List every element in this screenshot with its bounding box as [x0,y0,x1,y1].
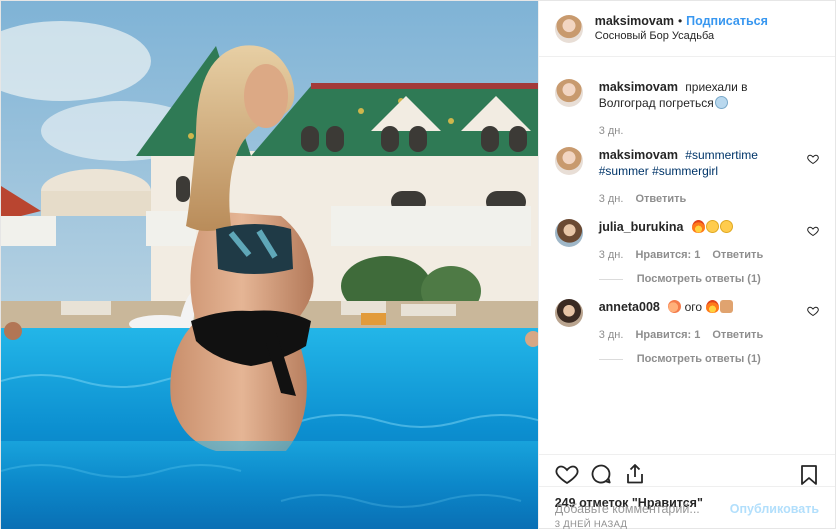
follow-button[interactable]: Подписаться [686,14,768,29]
replies-divider [598,278,623,280]
reply-button[interactable]: Ответить [635,193,686,205]
grin-emoji-icon [719,220,733,233]
location-link[interactable]: Сосновый Бор Усадьба [595,29,768,44]
view-replies-button[interactable]: Посмотреть ответы (1) [598,273,804,285]
comment-text: ого [684,300,703,314]
fire-emoji-icon [706,300,720,313]
view-replies-label: Посмотреть ответы (1) [636,353,761,365]
commenter-avatar[interactable] [554,147,583,175]
side-panel: maksimovam • Подписаться Сосновый Бор Ус… [537,1,835,529]
commenter-avatar[interactable] [554,219,583,247]
peach-emoji-icon [668,300,682,313]
replies-divider [598,358,623,360]
comment-time[interactable]: 3 дн. [599,193,624,205]
like-comment-heart-icon[interactable] [807,305,819,317]
hashtag-link[interactable]: #summer [599,164,649,178]
comment-icon[interactable] [589,462,613,486]
post-photo[interactable] [1,1,538,529]
comment-time[interactable]: 3 дн. [599,125,624,137]
reply-button[interactable]: Ответить [712,329,763,341]
commenter-avatar[interactable] [554,79,583,107]
grin-emoji-icon [705,220,719,233]
heart-icon[interactable] [555,462,579,486]
author-avatar[interactable] [554,14,583,43]
thumbs-up-emoji-icon [720,300,734,313]
fire-emoji-icon [691,220,705,233]
comments-list[interactable]: maksimovam приехали в Волгоград погретьс… [539,57,835,454]
comment-item: julia_burukina 3 дн. Нравится: 1 Ответит… [554,219,819,285]
pool-photo-image [1,1,538,529]
commenter-avatar[interactable] [554,299,583,327]
comment-likes-count[interactable]: Нравится: 1 [635,329,700,341]
comment-item: anneta008 ого 3 дн. Нравится: 1 Ответить… [554,299,819,365]
scream-emoji-icon [714,96,728,109]
comment-time[interactable]: 3 дн. [599,329,624,341]
author-username[interactable]: maksimovam [595,14,674,29]
commenter-username[interactable]: maksimovam [599,80,678,94]
hashtag-link[interactable]: #summergirl [652,164,718,178]
view-replies-button[interactable]: Посмотреть ответы (1) [598,353,804,365]
author-info: maksimovam • Подписаться Сосновый Бор Ус… [595,14,768,44]
comment-item: maksimovam #summertime #summer #summergi… [554,147,819,205]
share-icon[interactable] [623,462,647,486]
publish-button[interactable]: Опубликовать [730,502,819,516]
comment-input[interactable] [554,501,730,516]
bookmark-icon[interactable] [797,463,821,487]
reply-button[interactable]: Ответить [712,249,763,261]
like-comment-heart-icon[interactable] [807,225,819,237]
commenter-username[interactable]: julia_burukina [599,220,684,234]
header-separator: • [677,13,683,28]
commenter-username[interactable]: maksimovam [599,148,678,162]
comment-item: maksimovam приехали в Волгоград погретьс… [554,79,819,137]
instagram-post: maksimovam • Подписаться Сосновый Бор Ус… [0,0,836,529]
like-comment-heart-icon[interactable] [807,153,819,165]
comment-time[interactable]: 3 дн. [599,249,624,261]
view-replies-label: Посмотреть ответы (1) [636,273,761,285]
add-comment-bar: Опубликовать [538,486,835,529]
hashtag-link[interactable]: #summertime [685,148,758,162]
comment-likes-count[interactable]: Нравится: 1 [635,249,700,261]
commenter-username[interactable]: anneta008 [599,300,660,314]
post-header: maksimovam • Подписаться Сосновый Бор Ус… [538,1,835,57]
